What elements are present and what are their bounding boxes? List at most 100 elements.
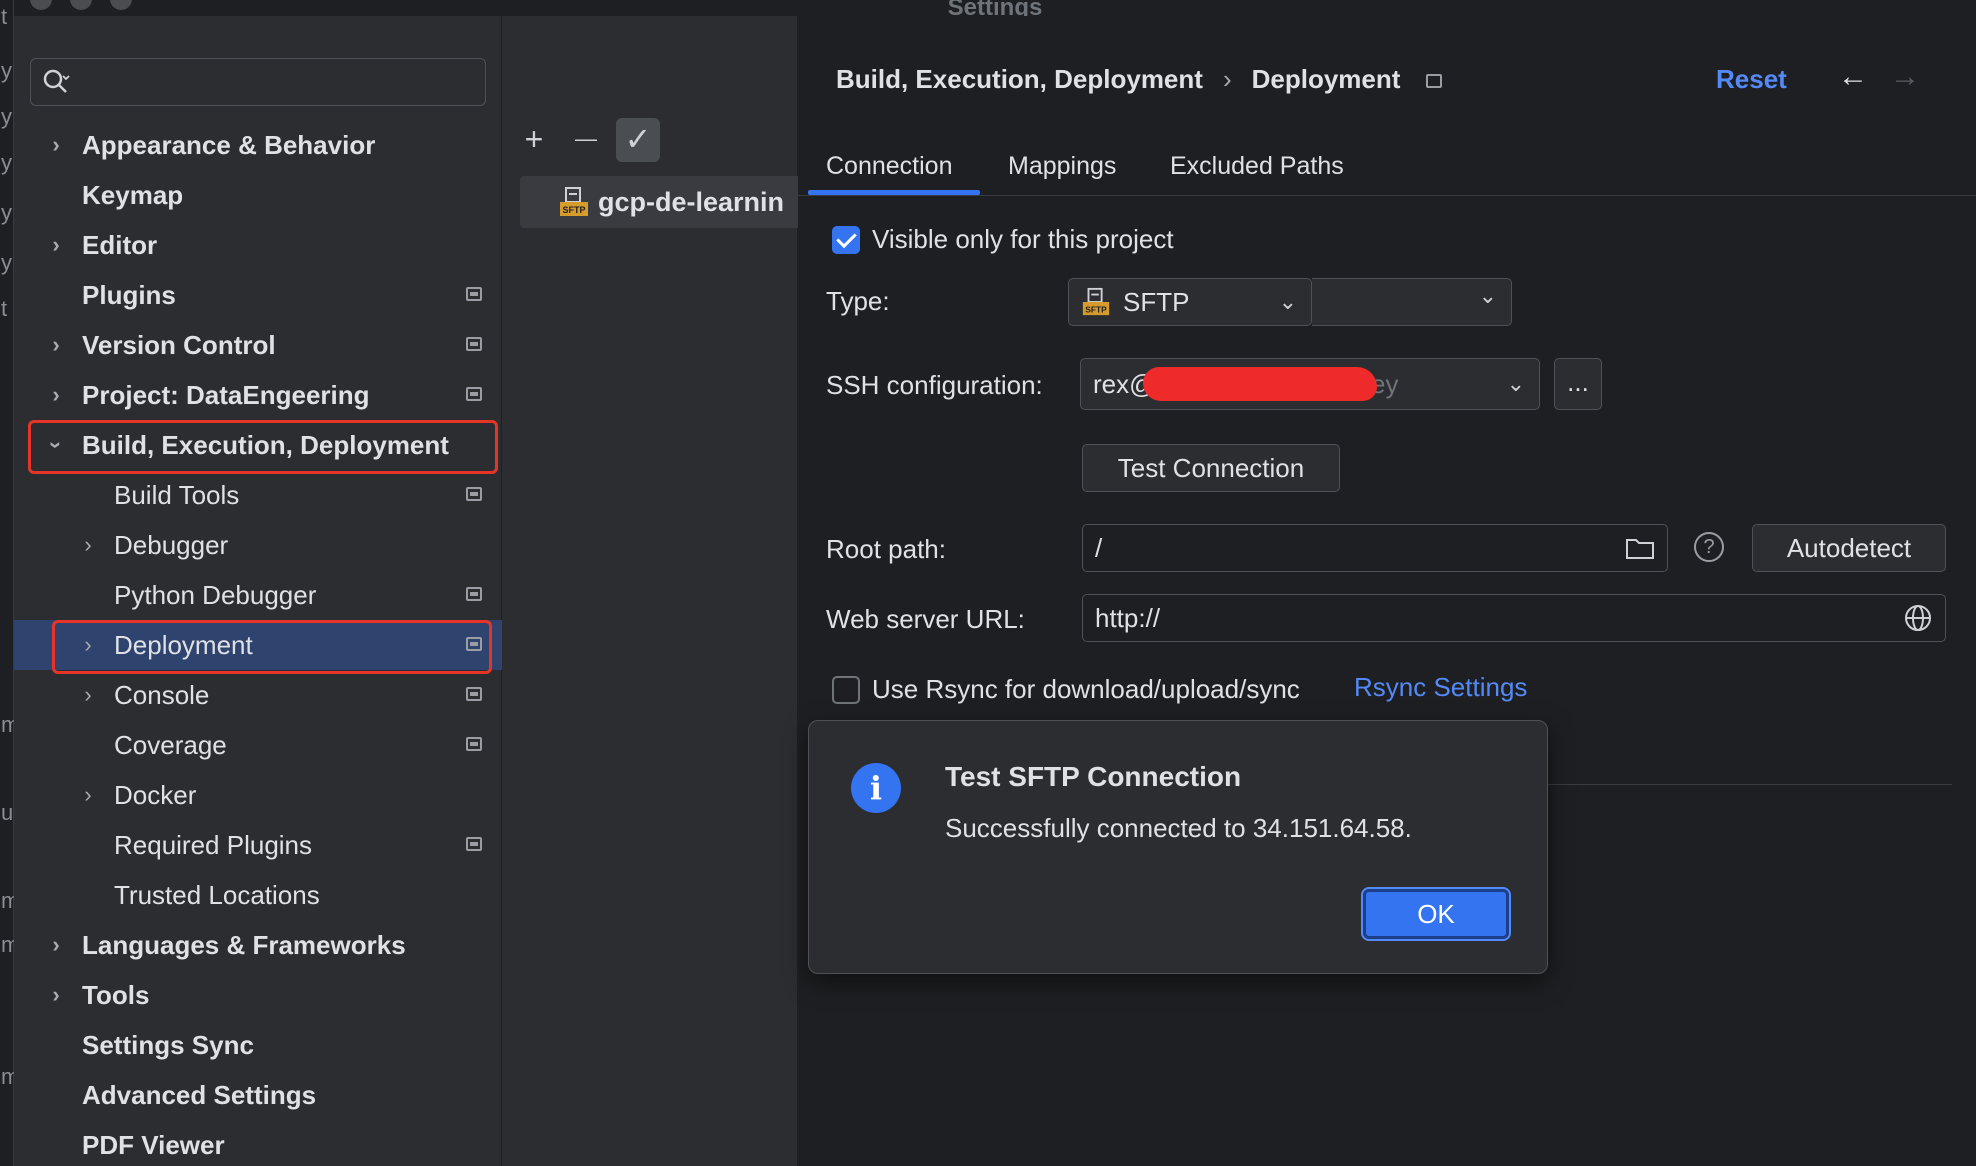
edge-glyph: t <box>1 4 8 29</box>
tab-excluded-paths[interactable]: Excluded Paths <box>1170 152 1344 181</box>
sidebar-item-label: Settings Sync <box>82 1030 254 1060</box>
sidebar-item-label: Required Plugins <box>114 830 313 860</box>
deployment-settings-panel: Build, Execution, Deployment › Deployment … <box>798 16 1976 1166</box>
tab-mappings[interactable]: Mappings <box>1008 152 1116 181</box>
project-scope-icon <box>466 637 482 651</box>
ssh-configuration-more-button[interactable]: ... <box>1554 358 1602 410</box>
project-scope-icon <box>466 587 482 601</box>
breadcrumb: Build, Execution, Deployment › Deployment <box>836 64 1443 95</box>
sidebar-item-console[interactable]: › Console <box>14 670 502 720</box>
sidebar-item-project[interactable]: › Project: DataEngeering <box>14 370 502 420</box>
root-path-input[interactable]: / <box>1082 524 1668 572</box>
edge-glyph: u <box>1 800 14 825</box>
edge-glyph: t <box>1 296 8 321</box>
globe-icon[interactable] <box>1903 603 1933 633</box>
breadcrumb-item[interactable]: Build, Execution, Deployment <box>836 64 1203 94</box>
use-rsync-checkbox[interactable] <box>832 676 860 704</box>
project-scope-icon <box>466 737 482 751</box>
test-sftp-connection-dialog: i Test SFTP Connection Successfully conn… <box>808 720 1548 974</box>
sidebar-item-coverage[interactable]: Coverage <box>14 720 502 770</box>
sidebar-item-deployment[interactable]: › Deployment <box>14 620 502 670</box>
svg-text:SFTP: SFTP <box>562 205 585 215</box>
type-select-value: SFTP <box>1123 287 1190 317</box>
title-bar: Settings <box>14 0 1976 21</box>
chevron-right-icon[interactable]: › <box>44 120 68 170</box>
sidebar-item-required-plugins[interactable]: Required Plugins <box>14 820 502 870</box>
chevron-right-icon[interactable]: › <box>76 520 100 570</box>
use-rsync-label: Use Rsync for download/upload/sync <box>872 674 1300 704</box>
edge-glyph: y <box>1 250 12 275</box>
project-scope-icon <box>1426 74 1443 89</box>
ok-button[interactable]: OK <box>1361 887 1511 941</box>
help-icon[interactable]: ? <box>1694 532 1724 562</box>
sidebar-item-debugger[interactable]: › Debugger <box>14 520 502 570</box>
sidebar-item-tools[interactable]: › Tools <box>14 970 502 1020</box>
sidebar-item-editor[interactable]: › Editor <box>14 220 502 270</box>
set-default-server-button[interactable]: ✓ <box>616 118 660 162</box>
ssh-configuration-select[interactable]: rex@ ey ⌄ <box>1080 358 1540 410</box>
sidebar-item-python-debugger[interactable]: Python Debugger <box>14 570 502 620</box>
sidebar-item-build-execution-deployment[interactable]: › Build, Execution, Deployment <box>14 420 502 470</box>
sidebar-item-languages-frameworks[interactable]: › Languages & Frameworks <box>14 920 502 970</box>
active-tab-indicator <box>808 190 980 195</box>
type-select[interactable]: SFTP SFTP ⌄ <box>1068 278 1312 326</box>
sidebar-item-docker[interactable]: › Docker <box>14 770 502 820</box>
sidebar-item-label: Version Control <box>82 330 276 360</box>
rsync-settings-link[interactable]: Rsync Settings <box>1354 672 1527 703</box>
sidebar-item-version-control[interactable]: › Version Control <box>14 320 502 370</box>
reset-button[interactable]: Reset <box>1716 64 1787 95</box>
ssh-configuration-label: SSH configuration: <box>826 370 1043 400</box>
sidebar-item-settings-sync[interactable]: Settings Sync <box>14 1020 502 1070</box>
root-path-value: / <box>1095 533 1103 563</box>
sftp-type-icon: SFTP <box>1082 287 1110 316</box>
project-scope-icon <box>466 337 482 351</box>
type-select-extension[interactable]: ⌄ <box>1312 278 1512 326</box>
back-arrow-icon[interactable]: ← <box>1838 60 1868 94</box>
sidebar-item-appearance-behavior[interactable]: › Appearance & Behavior <box>14 120 502 170</box>
settings-sidebar: › Appearance & Behavior Keymap › Editor … <box>14 16 502 1166</box>
sidebar-item-build-tools[interactable]: Build Tools <box>14 470 502 520</box>
settings-search-input[interactable] <box>30 58 486 106</box>
sidebar-item-label: Debugger <box>114 530 229 560</box>
server-name: gcp-de-learnin <box>598 187 785 217</box>
server-list-item[interactable]: SFTP gcp-de-learnin <box>520 176 810 228</box>
root-path-label: Root path: <box>826 534 946 564</box>
add-server-button[interactable]: + <box>512 118 556 162</box>
visible-only-checkbox[interactable] <box>832 226 860 254</box>
sidebar-item-pdf-viewer[interactable]: PDF Viewer <box>14 1120 502 1166</box>
sidebar-item-label: Advanced Settings <box>82 1080 317 1110</box>
forward-arrow-icon[interactable]: → <box>1890 60 1920 94</box>
chevron-right-icon[interactable]: › <box>44 920 68 970</box>
sftp-server-icon: SFTP <box>560 187 588 216</box>
chevron-down-icon: ⌄ <box>1506 371 1525 396</box>
chevron-right-icon[interactable]: › <box>44 220 68 270</box>
tab-bar: Connection Mappings Excluded Paths <box>798 136 1976 196</box>
web-server-url-input[interactable]: http:// <box>1082 594 1946 642</box>
server-list-panel: + — ✓ SFTP gcp-de-learnin <box>502 16 810 1166</box>
tab-connection[interactable]: Connection <box>826 152 952 181</box>
chevron-right-icon[interactable]: › <box>76 770 100 820</box>
chevron-right-icon[interactable]: › <box>44 370 68 420</box>
remove-server-button[interactable]: — <box>564 118 608 162</box>
sidebar-item-keymap[interactable]: Keymap <box>14 170 502 220</box>
sidebar-item-label: PDF Viewer <box>82 1130 225 1160</box>
chevron-right-icon[interactable]: › <box>76 670 100 720</box>
chevron-down-icon[interactable]: › <box>31 433 81 457</box>
autodetect-button[interactable]: Autodetect <box>1752 524 1946 572</box>
project-scope-icon <box>466 287 482 301</box>
search-icon <box>43 69 70 93</box>
chevron-right-icon[interactable]: › <box>44 970 68 1020</box>
sidebar-item-label: Project: DataEngeering <box>82 380 370 410</box>
project-scope-icon <box>466 837 482 851</box>
sidebar-item-plugins[interactable]: Plugins <box>14 270 502 320</box>
sidebar-item-advanced-settings[interactable]: Advanced Settings <box>14 1070 502 1120</box>
chevron-right-icon[interactable]: › <box>44 320 68 370</box>
folder-icon[interactable] <box>1625 536 1655 560</box>
chevron-right-icon[interactable]: › <box>76 620 100 670</box>
sidebar-item-label: Console <box>114 680 210 710</box>
dialog-message: Successfully connected to 34.151.64.58. <box>945 813 1412 843</box>
visible-only-label: Visible only for this project <box>872 224 1174 254</box>
sidebar-item-trusted-locations[interactable]: Trusted Locations <box>14 870 502 920</box>
test-connection-button[interactable]: Test Connection <box>1082 444 1340 492</box>
breadcrumb-separator: › <box>1222 64 1232 94</box>
